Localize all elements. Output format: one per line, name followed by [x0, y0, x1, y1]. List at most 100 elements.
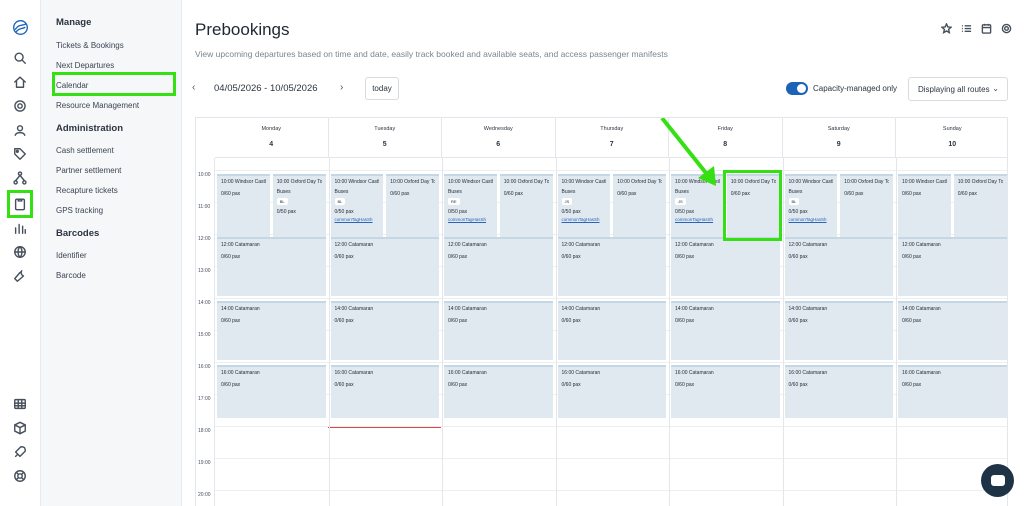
day-header[interactable]: Monday 4: [215, 118, 329, 158]
day-header[interactable]: Saturday 9: [782, 118, 896, 158]
support-icon[interactable]: [12, 468, 28, 484]
event-oxford-day-tour[interactable]: 10:00 Oxford Day Tour 0/60 pax: [953, 174, 1007, 237]
day-header[interactable]: Wednesday 6: [442, 118, 556, 158]
event-oxford-day-tour[interactable]: 10:00 Oxford Day Tour Buses BL 0/50 pax: [272, 174, 326, 237]
globe-icon[interactable]: [12, 244, 28, 260]
user-icon[interactable]: [12, 122, 28, 138]
event-catamaran[interactable]: 16:00 Catamaran 0/60 pax: [671, 365, 780, 418]
day-header[interactable]: Sunday 10: [896, 118, 1007, 158]
page-subtitle: View upcoming departures based on time a…: [195, 49, 668, 59]
event-windsor-castle[interactable]: 10:00 Windsor Castle Buses RE 0/50 pax commo…: [444, 174, 497, 237]
event-windsor-castle[interactable]: 10:00 Windsor Castle Buses JS 0/50 pax commo…: [557, 174, 611, 237]
event-catamaran[interactable]: 16:00 Catamaran 0/60 pax: [217, 365, 326, 418]
event-link[interactable]: commonTagHasSh: [789, 217, 834, 222]
event-catamaran[interactable]: 12:00 Catamaran 0/60 pax: [557, 237, 666, 296]
event-title: 14:00 Catamaran: [788, 306, 828, 312]
event-link[interactable]: commonTagHasSh: [335, 217, 380, 222]
event-windsor-castle[interactable]: 10:00 Windsor Castle 0/60 pax: [898, 174, 951, 237]
day-name: Sunday: [942, 126, 962, 132]
tag-icon[interactable]: [12, 146, 28, 162]
time-label: 11:00: [198, 204, 211, 210]
event-pax: 0/60 pax: [221, 254, 241, 260]
event-catamaran[interactable]: 14:00 Catamaran 0/60 pax: [217, 301, 326, 360]
chart-icon[interactable]: [12, 220, 28, 236]
event-link[interactable]: commonTagHasSh: [448, 217, 493, 222]
event-catamaran[interactable]: 16:00 Catamaran 0/60 pax: [557, 365, 666, 418]
day-date: 10: [948, 141, 957, 148]
event-catamaran[interactable]: 14:00 Catamaran 0/60 pax: [444, 301, 553, 360]
event-pax: 0/60 pax: [334, 382, 354, 388]
box-icon[interactable]: [12, 420, 28, 436]
event-catamaran[interactable]: 12:00 Catamaran 0/60 pax: [898, 237, 1007, 296]
next-week-button[interactable]: ›: [340, 82, 343, 93]
prev-week-button[interactable]: ‹: [192, 82, 195, 93]
day-date: 5: [382, 141, 387, 148]
menu-item-tickets-bookings[interactable]: Tickets & Bookings: [56, 41, 124, 50]
event-catamaran[interactable]: 16:00 Catamaran 0/60 pax: [444, 365, 553, 418]
menu-item-cash-settlement[interactable]: Cash settlement: [56, 146, 114, 155]
event-title: 16:00 Catamaran: [334, 370, 374, 376]
search-icon[interactable]: [12, 50, 28, 66]
event-pax: 0/60 pax: [788, 318, 808, 324]
menu-item-resource-management[interactable]: Resource Management: [56, 101, 139, 110]
event-buses: Buses: [448, 189, 462, 195]
event-pax: 0/60 pax: [561, 318, 581, 324]
star-icon[interactable]: [940, 22, 952, 34]
menu-item-barcode[interactable]: Barcode: [56, 271, 86, 280]
grid-icon[interactable]: [12, 396, 28, 412]
event-windsor-castle[interactable]: 10:00 Windsor Castle Buses BL 0/50 pax commo…: [784, 174, 838, 237]
day-header[interactable]: Thursday 7: [555, 118, 669, 158]
event-catamaran[interactable]: 12:00 Catamaran 0/60 pax: [217, 237, 326, 296]
event-pax: 0/50 pax: [448, 209, 468, 215]
event-catamaran[interactable]: 12:00 Catamaran 0/60 pax: [671, 237, 780, 296]
event-tag: JS: [675, 198, 686, 205]
event-pax: 0/60 pax: [675, 254, 695, 260]
menu-item-partner-settlement[interactable]: Partner settlement: [56, 166, 121, 175]
logo-icon[interactable]: [11, 18, 29, 36]
event-catamaran[interactable]: 16:00 Catamaran 0/60 pax: [330, 365, 439, 418]
settings-icon[interactable]: [1000, 22, 1012, 34]
event-catamaran[interactable]: 14:00 Catamaran 0/60 pax: [784, 301, 893, 360]
event-link[interactable]: commonTagHasSh: [675, 217, 720, 222]
event-catamaran[interactable]: 12:00 Catamaran 0/60 pax: [784, 237, 893, 296]
chat-button[interactable]: [981, 464, 1014, 497]
event-pax: 0/50 pax: [675, 209, 695, 215]
capacity-toggle[interactable]: [786, 82, 808, 95]
event-catamaran[interactable]: 16:00 Catamaran 0/60 pax: [784, 365, 893, 418]
event-catamaran[interactable]: 14:00 Catamaran 0/60 pax: [330, 301, 439, 360]
event-pax: 0/60 pax: [675, 318, 695, 324]
event-oxford-day-tour[interactable]: 10:00 Oxford Day Tour 0/60 pax: [613, 174, 666, 237]
rocket-icon[interactable]: [12, 444, 28, 460]
hour-gridline: [215, 426, 1007, 427]
list-view-icon[interactable]: [960, 22, 972, 34]
calendar-view-icon[interactable]: [980, 22, 992, 34]
event-catamaran[interactable]: 12:00 Catamaran 0/60 pax: [444, 237, 553, 296]
event-pax: 0/60 pax: [957, 191, 977, 197]
event-tag: RE: [448, 198, 460, 205]
event-windsor-castle[interactable]: 10:00 Windsor Castle Buses BL 0/50 pax commo…: [330, 174, 384, 237]
network-icon[interactable]: [12, 170, 28, 186]
event-catamaran[interactable]: 14:00 Catamaran 0/60 pax: [557, 301, 666, 360]
event-catamaran[interactable]: 14:00 Catamaran 0/60 pax: [671, 301, 780, 360]
event-catamaran[interactable]: 16:00 Catamaran 0/60 pax: [898, 365, 1007, 418]
home-icon[interactable]: [12, 74, 28, 90]
event-windsor-castle[interactable]: 10:00 Windsor Castle 0/60 pax: [217, 174, 270, 237]
today-button[interactable]: today: [365, 77, 399, 100]
menu-item-recapture-tickets[interactable]: Recapture tickets: [56, 186, 118, 195]
day-header[interactable]: Tuesday 5: [328, 118, 442, 158]
event-oxford-day-tour[interactable]: 10:00 Oxford Day Tour 0/60 pax: [499, 174, 553, 237]
menu-item-next-departures[interactable]: Next Departures: [56, 61, 114, 70]
gear-icon[interactable]: [12, 98, 28, 114]
event-oxford-day-tour[interactable]: 10:00 Oxford Day Tour 0/60 pax: [386, 174, 439, 237]
menu-item-identifier[interactable]: Identifier: [56, 251, 87, 260]
event-title: 10:00 Oxford Day Tour: [617, 179, 662, 185]
event-link[interactable]: commonTagHasSh: [562, 217, 607, 222]
day-date: 6: [496, 141, 501, 148]
menu-item-gps-tracking[interactable]: GPS tracking: [56, 206, 103, 215]
wrench-icon[interactable]: [12, 268, 28, 284]
event-catamaran[interactable]: 12:00 Catamaran 0/60 pax: [330, 237, 439, 296]
event-title: 14:00 Catamaran: [675, 306, 714, 312]
routes-select[interactable]: Displaying all routes ⌄: [908, 77, 1008, 101]
event-catamaran[interactable]: 14:00 Catamaran 0/60 pax: [898, 301, 1007, 360]
event-oxford-day-tour[interactable]: 10:00 Oxford Day Tour 0/60 pax: [840, 174, 893, 237]
